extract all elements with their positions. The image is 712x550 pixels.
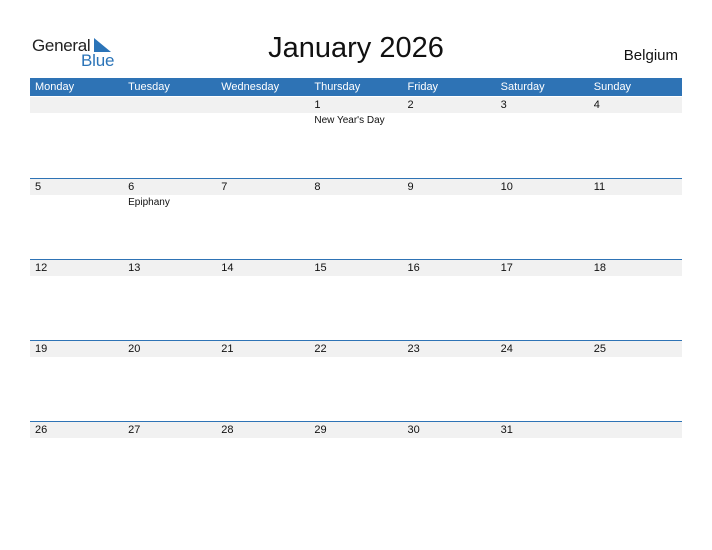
day-cell[interactable]: 24 [496,340,589,421]
week-row: 5 6 Epiphany 7 8 9 10 11 [30,178,682,259]
day-number: 12 [35,262,48,274]
day-cell[interactable] [30,97,123,178]
day-number: 28 [221,424,234,436]
country-label: Belgium [623,47,678,64]
day-cell[interactable]: 21 [216,340,309,421]
weekday-sunday: Sunday [593,81,632,93]
weekday-monday: Monday [35,81,75,93]
day-cell[interactable]: 3 [496,97,589,178]
holiday-label: New Year's Day [314,115,385,126]
day-number: 22 [314,343,327,355]
day-number: 4 [593,99,600,111]
day-cell[interactable]: 28 [216,421,309,502]
day-cell[interactable] [589,421,682,502]
day-cell[interactable]: 14 [216,259,309,340]
week-row: 12 13 14 15 16 17 18 [30,259,682,340]
week-cells: 1 New Year's Day 2 3 4 [30,97,682,178]
day-cell[interactable]: 25 [589,340,682,421]
day-cell[interactable]: 6 Epiphany [123,178,216,259]
weekday-friday: Friday [407,81,439,93]
day-cell[interactable] [123,97,216,178]
day-number: 7 [221,181,228,193]
day-number: 26 [35,424,48,436]
day-number: 29 [314,424,327,436]
day-cell[interactable]: 13 [123,259,216,340]
day-number: 24 [500,343,513,355]
week-cells: 26 27 28 29 30 31 [30,421,682,502]
day-number: 2 [407,99,414,111]
day-cell[interactable]: 19 [30,340,123,421]
day-number: 13 [128,262,141,274]
day-number: 17 [500,262,513,274]
day-cell[interactable]: 9 [403,178,496,259]
day-cell[interactable]: 7 [216,178,309,259]
day-number: 23 [407,343,420,355]
day-cell[interactable] [216,97,309,178]
day-cell[interactable]: 18 [589,259,682,340]
day-cell[interactable]: 16 [403,259,496,340]
day-cell[interactable]: 23 [403,340,496,421]
holiday-label: Epiphany [128,197,170,208]
week-row: 1 New Year's Day 2 3 4 [30,97,682,178]
day-number: 31 [500,424,513,436]
day-cell[interactable]: 15 [309,259,402,340]
week-cells: 12 13 14 15 16 17 18 [30,259,682,340]
day-number: 8 [314,181,321,193]
week-cells: 5 6 Epiphany 7 8 9 10 11 [30,178,682,259]
day-cell[interactable]: 12 [30,259,123,340]
day-cell[interactable]: 22 [309,340,402,421]
day-number: 18 [593,262,606,274]
weekday-tuesday: Tuesday [128,81,170,93]
day-number: 6 [128,181,135,193]
day-number: 21 [221,343,234,355]
weekday-saturday: Saturday [500,81,545,93]
day-cell[interactable]: 11 [589,178,682,259]
day-number: 14 [221,262,234,274]
day-number: 5 [35,181,42,193]
week-row: 19 20 21 22 23 24 25 [30,340,682,421]
day-number: 16 [407,262,420,274]
day-number: 10 [500,181,513,193]
day-number: 30 [407,424,420,436]
week-cells: 19 20 21 22 23 24 25 [30,340,682,421]
day-cell[interactable]: 8 [309,178,402,259]
day-cell[interactable]: 4 [589,97,682,178]
day-cell[interactable]: 5 [30,178,123,259]
day-cell[interactable]: 30 [403,421,496,502]
day-number: 19 [35,343,48,355]
page-title: January 2026 [268,32,444,64]
weekday-thursday: Thursday [314,81,361,93]
day-cell[interactable]: 26 [30,421,123,502]
day-cell[interactable]: 20 [123,340,216,421]
weekday-wednesday: Wednesday [221,81,280,93]
day-number: 27 [128,424,141,436]
week-row: 26 27 28 29 30 31 [30,421,682,502]
day-number: 3 [500,99,507,111]
day-cell[interactable]: 31 [496,421,589,502]
day-number: 11 [593,181,606,193]
day-cell[interactable]: 1 New Year's Day [309,97,402,178]
day-cell[interactable]: 2 [403,97,496,178]
day-cell[interactable]: 17 [496,259,589,340]
day-number: 9 [407,181,414,193]
weekday-header: Monday Tuesday Wednesday Thursday Friday… [30,78,682,96]
day-number: 20 [128,343,141,355]
day-cell[interactable]: 27 [123,421,216,502]
day-number: 1 [314,99,321,111]
day-cell[interactable]: 29 [309,421,402,502]
day-number: 15 [314,262,327,274]
day-number: 25 [593,343,606,355]
day-cell[interactable]: 10 [496,178,589,259]
